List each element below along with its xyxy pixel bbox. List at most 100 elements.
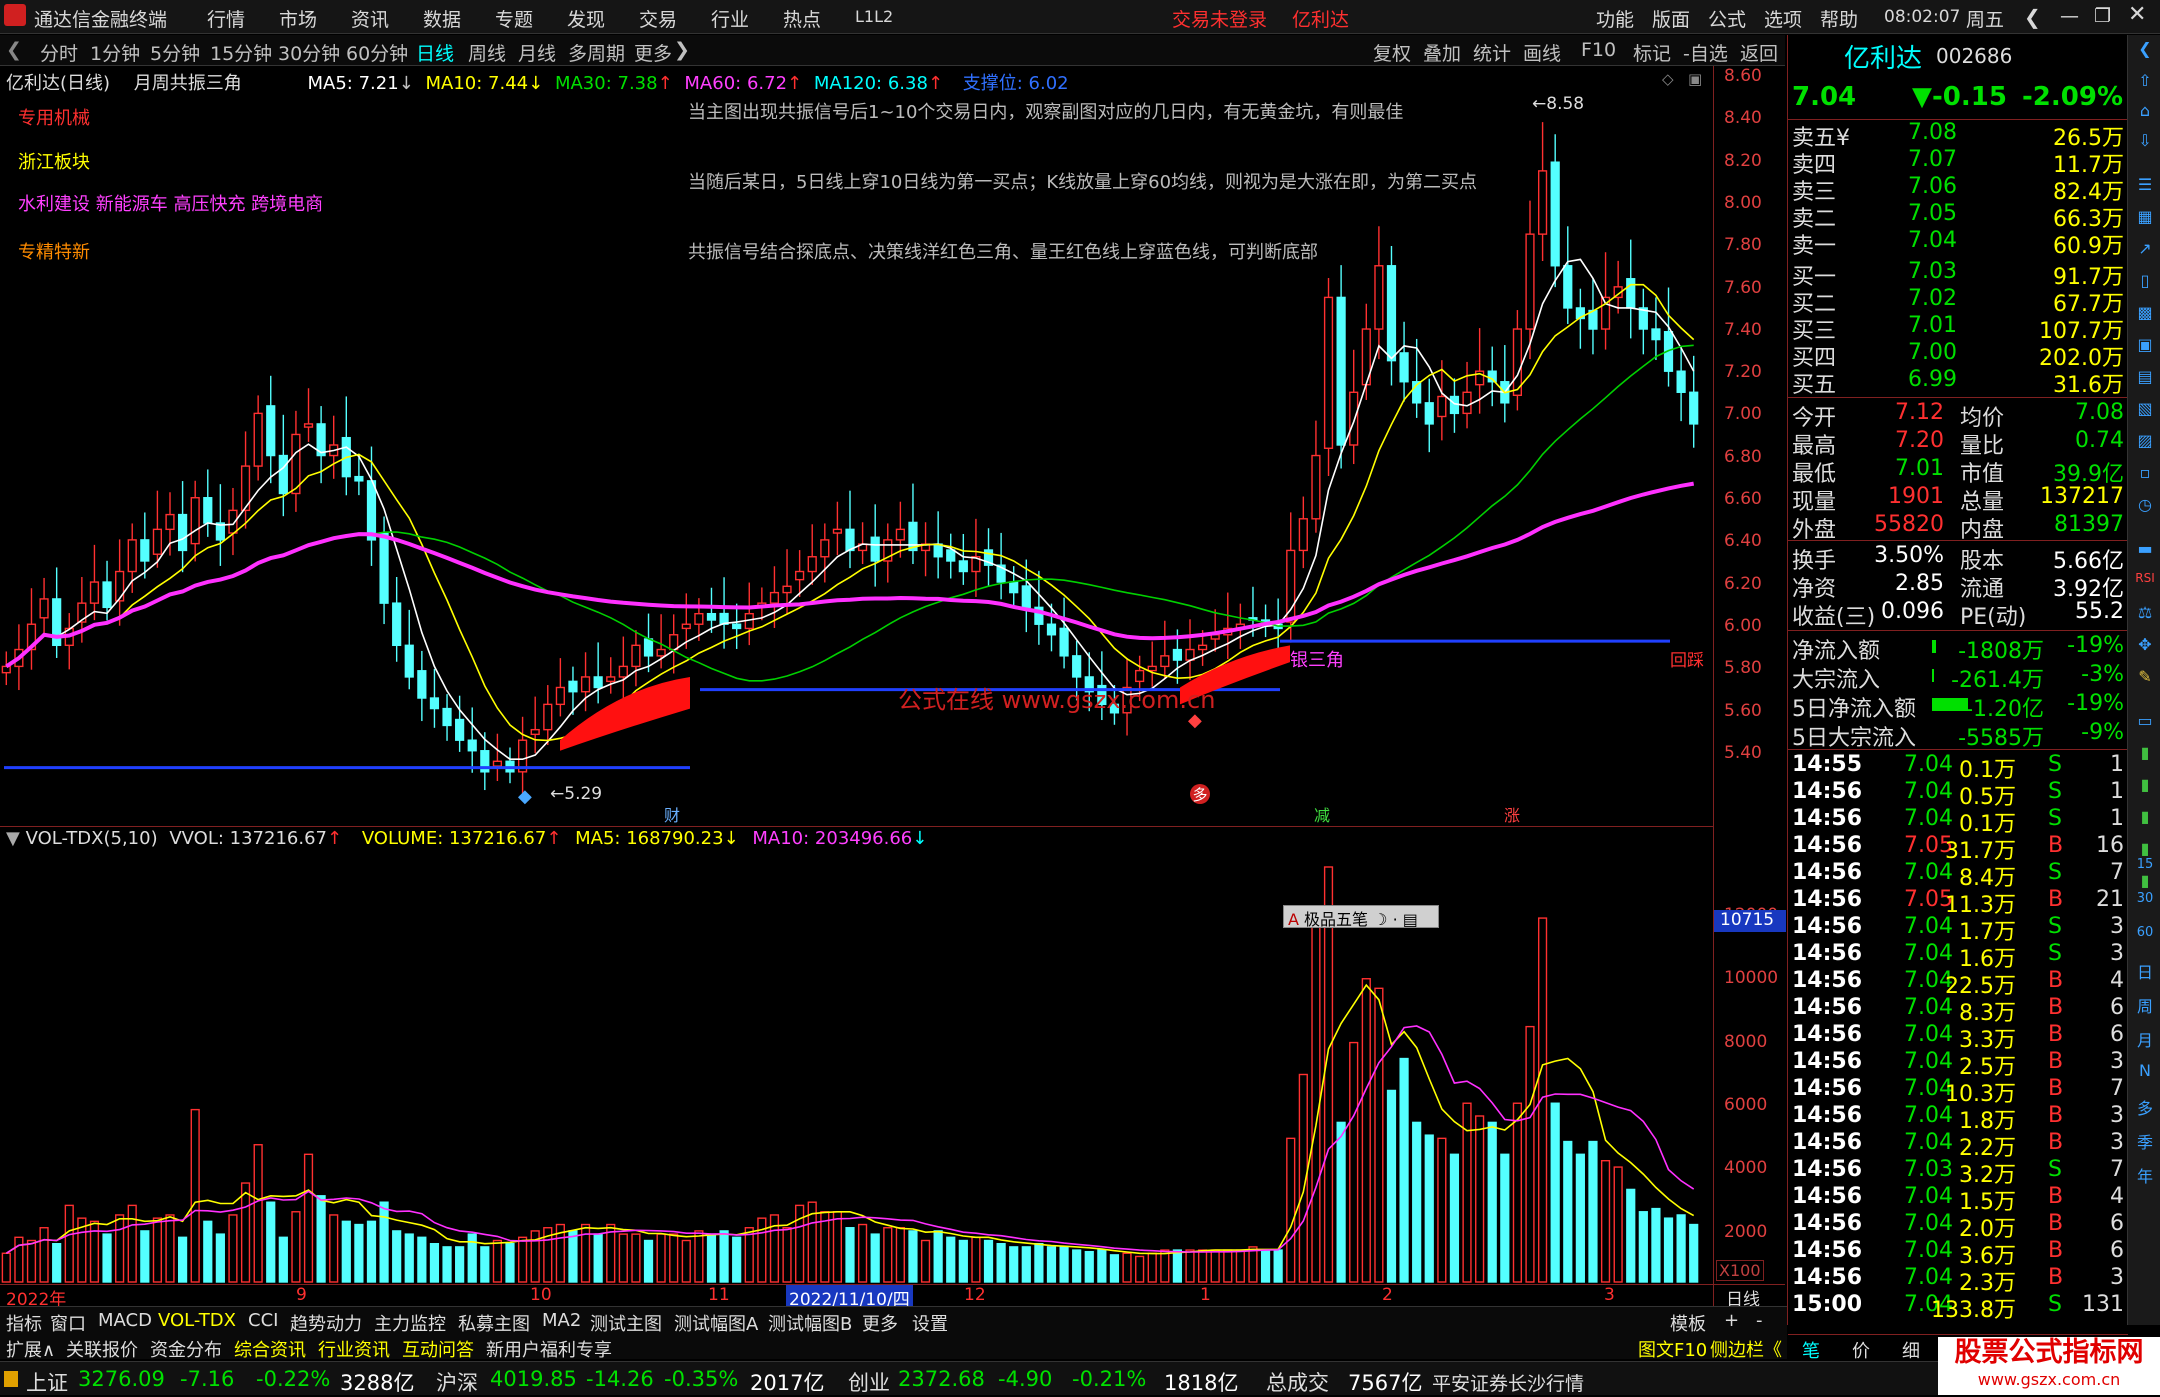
sidebar-home-icon[interactable]: ⌂ — [2132, 101, 2158, 127]
industry-tag[interactable]: 专用机械 — [18, 104, 90, 130]
chevron-left-icon[interactable]: ❮ — [6, 39, 22, 61]
sell-level-row[interactable]: 卖四 7.07 11.7万 — [1792, 147, 2124, 178]
sidebar-month[interactable]: 月 — [2132, 1027, 2158, 1053]
special-tag[interactable]: 专精特新 — [18, 238, 90, 264]
vol-dropdown-icon[interactable]: ▼ — [6, 828, 20, 849]
tool-draw[interactable]: 画线 — [1523, 39, 1561, 66]
menu-item-l1l2[interactable]: L1L2 — [855, 7, 893, 26]
menu-item-topics[interactable]: 专题 — [495, 5, 533, 32]
tab-qa[interactable]: 互动问答 — [402, 1336, 474, 1362]
sidebar-15[interactable]: 15 — [2132, 857, 2158, 883]
period-5min[interactable]: 5分钟 — [150, 39, 200, 66]
period-intraday[interactable]: 分时 — [40, 39, 78, 66]
volume-bars[interactable] — [0, 827, 1713, 1307]
sidebar-trend-icon[interactable]: ↗ — [2132, 239, 2158, 265]
tool-overlay[interactable]: 叠加 — [1423, 39, 1461, 66]
sidebar-week[interactable]: 周 — [2132, 993, 2158, 1019]
minimize-icon[interactable]: — — [2060, 5, 2079, 27]
period-30min[interactable]: 30分钟 — [278, 39, 340, 66]
period-15min[interactable]: 15分钟 — [210, 39, 272, 66]
chart-close-icon[interactable]: ▣ — [1688, 70, 1702, 88]
chevron-right-icon[interactable]: ❯ — [674, 39, 690, 61]
sidebar-n[interactable]: N — [2132, 1061, 2158, 1087]
menu-item-news[interactable]: 资讯 — [351, 5, 389, 32]
region-tag[interactable]: 浙江板块 — [18, 148, 90, 174]
sell-level-row[interactable]: 卖五¥ 7.08 26.5万 — [1792, 120, 2124, 151]
sidebar-collapse-icon[interactable]: ❮ — [2132, 39, 2158, 65]
buy-level-row[interactable]: 买三 7.01 107.7万 — [1792, 313, 2124, 344]
sidebar-chart2-icon[interactable]: ▮ — [2132, 775, 2158, 801]
tab-ma2[interactable]: MA2 — [542, 1310, 581, 1331]
tab-vol-tdx[interactable]: VOL-TDX — [158, 1310, 236, 1331]
sidebar-day[interactable]: 日 — [2132, 959, 2158, 985]
buy-level-row[interactable]: 买五 6.99 31.6万 — [1792, 367, 2124, 398]
tab-industry-news[interactable]: 行业资讯 — [318, 1336, 390, 1362]
index-hs-name[interactable]: 沪深 — [436, 1367, 478, 1397]
panel-tab-tick[interactable]: 笔 — [1802, 1337, 1820, 1363]
sidebar-scale-icon[interactable]: ⚖ — [2132, 603, 2158, 629]
tool-back[interactable]: 返回 — [1740, 39, 1778, 66]
sidebar-f2-icon[interactable]: ▨ — [2132, 431, 2158, 457]
sidebar-pen-icon[interactable]: ✎ — [2132, 667, 2158, 693]
sidebar-kline-icon[interactable]: ▯ — [2132, 271, 2158, 297]
period-monthly[interactable]: 月线 — [518, 39, 556, 66]
ime-a-icon[interactable]: A — [1288, 910, 1299, 929]
tab-sidebar-toggle[interactable]: 侧边栏《 — [1710, 1336, 1782, 1362]
back-icon[interactable]: ❮ — [2024, 5, 2041, 29]
tab-cci[interactable]: CCI — [248, 1310, 278, 1331]
tab-general-news[interactable]: 综合资讯 — [234, 1336, 306, 1362]
sidebar-f10-icon[interactable]: ▣ — [2132, 335, 2158, 361]
menu-item-layout[interactable]: 版面 — [1652, 5, 1690, 32]
sidebar-move-icon[interactable]: ✥ — [2132, 635, 2158, 661]
sidebar-fs-icon[interactable]: ▭ — [2132, 711, 2158, 737]
menu-item-trade[interactable]: 交易 — [639, 5, 677, 32]
index-sh-name[interactable]: 上证 — [26, 1367, 68, 1397]
sidebar-grid-icon[interactable]: ▦ — [2132, 207, 2158, 233]
tool-stats[interactable]: 统计 — [1473, 39, 1511, 66]
ime-punct-icon[interactable]: · — [1393, 910, 1398, 929]
period-60min[interactable]: 60分钟 — [346, 39, 408, 66]
index-cy-name[interactable]: 创业 — [848, 1367, 890, 1397]
menu-item-function[interactable]: 功能 — [1596, 5, 1634, 32]
menu-item-hot[interactable]: 热点 — [783, 5, 821, 32]
period-weekly[interactable]: 周线 — [468, 39, 506, 66]
sidebar-rsi-icon[interactable]: RSI — [2132, 571, 2158, 597]
tool-f10[interactable]: F10 — [1581, 39, 1616, 61]
sidebar-60[interactable]: 60 — [2132, 925, 2158, 951]
menu-item-markets[interactable]: 市场 — [279, 5, 317, 32]
sidebar-table-icon[interactable]: ▩ — [2132, 303, 2158, 329]
input-method-popup[interactable]: A 极品五笔 ☽ · ▤ — [1283, 905, 1439, 929]
period-1min[interactable]: 1分钟 — [90, 39, 140, 66]
sidebar-list-icon[interactable]: ☰ — [2132, 175, 2158, 201]
menu-item-market[interactable]: 行情 — [207, 5, 245, 32]
sell-level-row[interactable]: 卖一 7.04 60.9万 — [1792, 228, 2124, 259]
menu-item-data[interactable]: 数据 — [423, 5, 461, 32]
tab-add[interactable]: + — [1724, 1310, 1739, 1331]
period-multi[interactable]: 多周期 — [568, 39, 625, 66]
chart-settings-icon[interactable]: ◇ — [1662, 70, 1674, 88]
buy-level-row[interactable]: 买一 7.03 91.7万 — [1792, 259, 2124, 290]
sidebar-doc-icon[interactable]: ▧ — [2132, 399, 2158, 425]
sell-level-row[interactable]: 卖三 7.06 82.4万 — [1792, 174, 2124, 205]
tab-f10-graphic[interactable]: 图文F10 — [1638, 1336, 1707, 1362]
tab-expand[interactable]: 扩展∧ — [6, 1336, 55, 1362]
sell-level-row[interactable]: 卖二 7.05 66.3万 — [1792, 201, 2124, 232]
menu-item-discover[interactable]: 发现 — [567, 5, 605, 32]
period-daily[interactable]: 日线 — [416, 39, 454, 66]
ime-keyboard-icon[interactable]: ▤ — [1403, 910, 1418, 929]
buy-level-row[interactable]: 买二 7.02 67.7万 — [1792, 286, 2124, 317]
main-chart[interactable]: 亿利达(日线) 月周共振三角 MA5: 7.21↓ MA10: 7.44↓ MA… — [0, 66, 1713, 825]
sidebar-f3-icon[interactable]: ▫ — [2132, 463, 2158, 489]
tab-related-quotes[interactable]: 关联报价 — [66, 1336, 138, 1362]
tool-adjust[interactable]: 复权 — [1373, 39, 1411, 66]
sidebar-clock-icon[interactable]: ◷ — [2132, 495, 2158, 521]
sidebar-chart-icon[interactable]: ▮ — [2132, 743, 2158, 769]
sidebar-year[interactable]: 年 — [2132, 1163, 2158, 1189]
volume-chart[interactable]: ▼ VOL-TDX(5,10) VVOL: 137216.67↑ VOLUME:… — [0, 826, 1713, 1306]
sidebar-multi[interactable]: 多 — [2132, 1095, 2158, 1121]
menu-item-formula[interactable]: 公式 — [1708, 5, 1746, 32]
menu-item-help[interactable]: 帮助 — [1820, 5, 1858, 32]
menu-item-industry[interactable]: 行业 — [711, 5, 749, 32]
maximize-icon[interactable]: ❐ — [2094, 5, 2111, 27]
panel-tab-price[interactable]: 价 — [1852, 1337, 1870, 1363]
